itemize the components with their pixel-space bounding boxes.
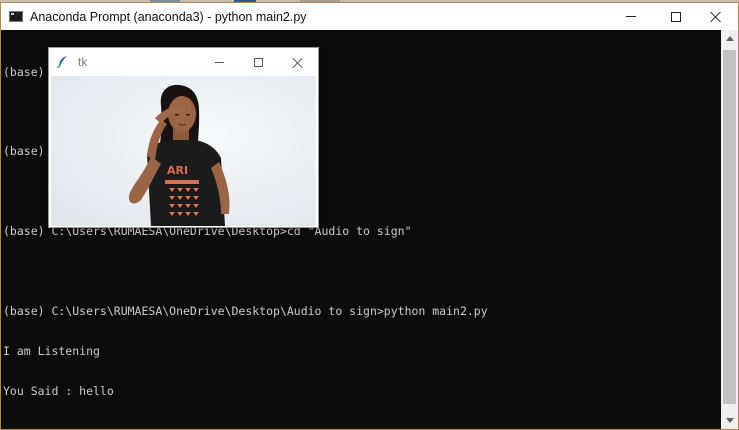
console-titlebar[interactable]: Anaconda Prompt (anaconda3) - python mai… xyxy=(1,3,738,30)
tk-titlebar[interactable]: tk xyxy=(49,48,318,76)
console-title: Anaconda Prompt (anaconda3) - python mai… xyxy=(30,9,307,24)
close-icon xyxy=(292,57,303,68)
tk-title: tk xyxy=(78,55,88,69)
svg-text:ARI: ARI xyxy=(167,164,188,177)
console-line: I am Listening xyxy=(3,343,100,358)
sign-language-person-image: ARI xyxy=(51,76,316,226)
minimize-button[interactable] xyxy=(608,3,654,30)
console-line: (base) C:\Users\RUMAESA\OneDrive\Desktop… xyxy=(3,303,488,318)
arrow-down-icon xyxy=(725,418,734,423)
scrollbar-thumb[interactable] xyxy=(723,50,736,404)
tk-maximize-button[interactable] xyxy=(239,48,277,76)
scroll-up-button[interactable] xyxy=(721,30,738,47)
tk-window[interactable]: tk ARI xyxy=(48,47,319,228)
tk-minimize-button[interactable] xyxy=(200,48,238,76)
video-frame: ARI xyxy=(51,76,316,226)
arrow-up-icon xyxy=(725,36,734,41)
minimize-icon xyxy=(626,16,636,17)
maximize-icon xyxy=(671,11,681,22)
close-button[interactable] xyxy=(692,3,738,30)
vertical-scrollbar[interactable] xyxy=(721,30,738,429)
feather-icon xyxy=(57,56,67,69)
maximize-icon xyxy=(253,57,263,67)
close-icon xyxy=(710,11,721,22)
console-line: You Said : hello xyxy=(3,383,114,398)
tk-close-button[interactable] xyxy=(278,48,316,76)
minimize-icon xyxy=(214,61,224,63)
console-icon xyxy=(9,11,23,22)
scroll-down-button[interactable] xyxy=(721,412,738,429)
